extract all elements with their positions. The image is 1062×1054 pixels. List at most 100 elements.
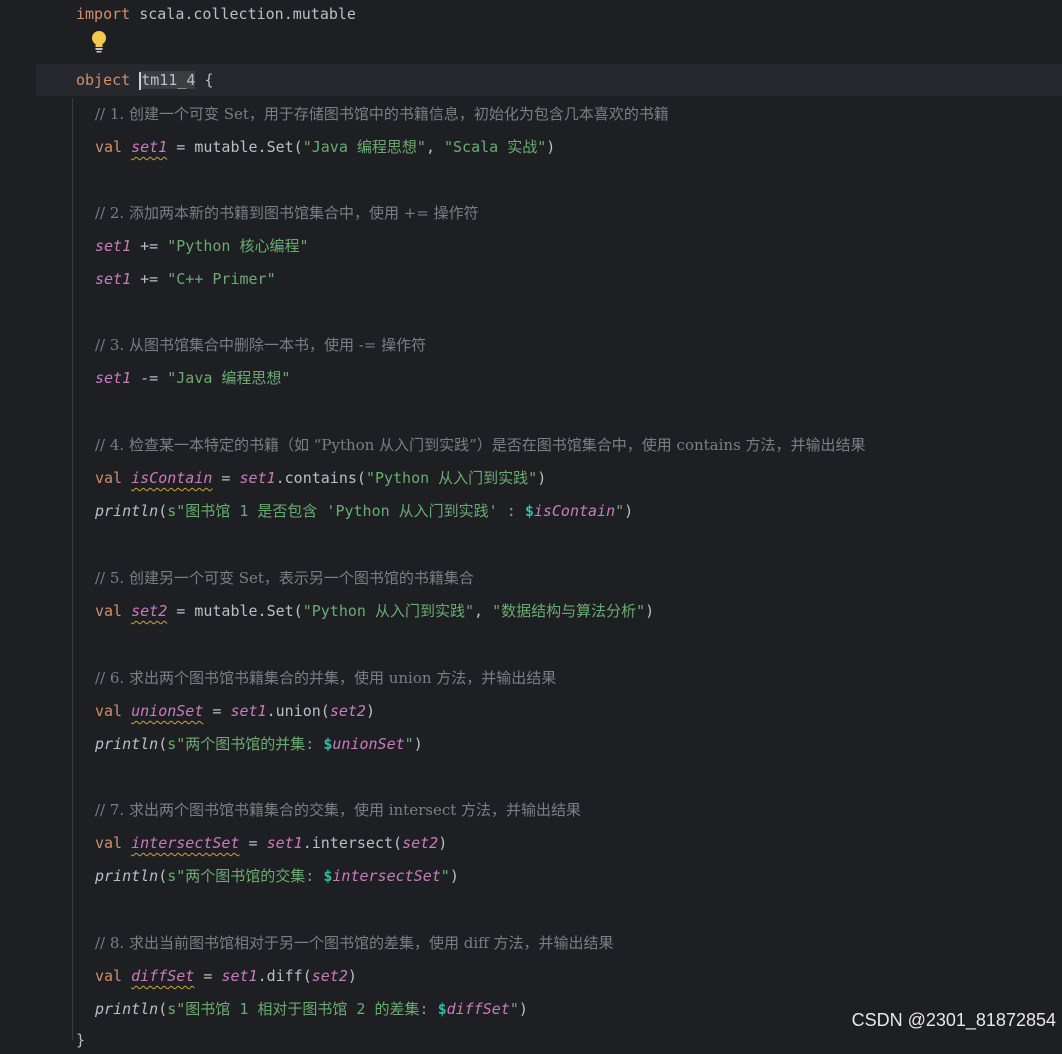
comment-line[interactable]: // 1. 创建一个可变 Set，用于存储图书馆中的书籍信息，初始化为包含几本喜… xyxy=(95,100,669,128)
import-line[interactable]: import scala.collection.mutable xyxy=(76,0,356,28)
string-literal: "数据结构与算法分析" xyxy=(492,602,646,620)
interpolated-variable: intersectSet xyxy=(332,867,441,885)
import-keyword: import xyxy=(76,5,131,23)
string-literal: " xyxy=(404,735,414,753)
string-literal: s"图书馆 1 相对于图书馆 2 的差集: xyxy=(167,1000,438,1018)
string-literal: "C++ Primer" xyxy=(167,270,276,288)
code-text: ) xyxy=(624,502,634,520)
code-text: ( xyxy=(158,502,168,520)
code-text: ( xyxy=(158,867,168,885)
code-line[interactable]: set1 += "Python 核心编程" xyxy=(95,232,309,260)
variable-reference: set2 xyxy=(311,967,348,985)
code-text: = mutable.Set( xyxy=(167,602,303,620)
string-literal: " xyxy=(509,1000,519,1018)
string-literal: s"两个图书馆的交集: xyxy=(167,867,324,885)
string-literal: "Java 编程思想" xyxy=(167,369,291,387)
interpolated-variable: unionSet xyxy=(332,735,405,753)
interpolated-variable: diffSet xyxy=(446,1000,510,1018)
interpolation-marker: $ xyxy=(437,1000,447,1018)
object-keyword: object xyxy=(76,71,131,89)
code-text: ( xyxy=(158,735,168,753)
code-line[interactable]: set1 -= "Java 编程思想" xyxy=(95,364,290,392)
string-literal: "Python 从入门到实践" xyxy=(365,469,538,487)
code-text: , xyxy=(474,602,493,620)
interpolation-marker: $ xyxy=(524,502,534,520)
code-line[interactable]: set1 += "C++ Primer" xyxy=(95,265,276,293)
function-call: println xyxy=(95,1000,159,1018)
string-literal: "Python 从入门到实践" xyxy=(302,602,474,620)
variable-reference: set1 xyxy=(95,237,132,255)
interpolated-variable: isContain xyxy=(533,502,616,520)
code-text: ) xyxy=(518,1000,528,1018)
variable-declaration: set2 xyxy=(131,602,168,620)
comment-text: // 4. 检查某一本特定的书籍（如 “Python 从入门到实践”）是否在图书… xyxy=(95,436,866,454)
variable-declaration: diffSet xyxy=(131,967,195,985)
comment-line[interactable]: // 2. 添加两本新的书籍到图书馆集合中，使用 += 操作符 xyxy=(95,199,479,227)
method-call: .intersect( xyxy=(302,834,403,852)
val-keyword: val xyxy=(95,702,123,720)
lightbulb-icon[interactable] xyxy=(88,28,110,54)
operator: = xyxy=(203,702,231,720)
string-literal: s"图书馆 1 是否包含 'Python 从入门到实践' : xyxy=(167,502,525,520)
code-line[interactable]: val set2 = mutable.Set("Python 从入门到实践", … xyxy=(95,597,654,625)
operator: += xyxy=(131,270,168,288)
code-line[interactable]: val unionSet = set1.union(set2) xyxy=(95,697,375,725)
code-line[interactable]: println(s"两个图书馆的并集: $unionSet") xyxy=(95,730,423,758)
code-line[interactable]: val set1 = mutable.Set("Java 编程思想", "Sca… xyxy=(95,133,555,161)
method-call: .union( xyxy=(266,702,330,720)
function-call: println xyxy=(95,735,159,753)
comment-line[interactable]: // 6. 求出两个图书馆书籍集合的并集，使用 union 方法，并输出结果 xyxy=(95,664,556,692)
operator: = xyxy=(212,469,240,487)
code-text: ) xyxy=(438,834,448,852)
comment-text: // 2. 添加两本新的书籍到图书馆集合中，使用 += 操作符 xyxy=(95,204,479,222)
comment-line[interactable]: // 4. 检查某一本特定的书籍（如 “Python 从入门到实践”）是否在图书… xyxy=(95,431,866,459)
val-keyword: val xyxy=(95,834,123,852)
variable-reference: set1 xyxy=(230,702,267,720)
closing-brace: } xyxy=(76,1031,86,1049)
variable-reference: set1 xyxy=(239,469,276,487)
variable-reference: set2 xyxy=(329,702,366,720)
comment-text: // 6. 求出两个图书馆书籍集合的并集，使用 union 方法，并输出结果 xyxy=(95,669,557,687)
variable-reference: set2 xyxy=(402,834,439,852)
operator: -= xyxy=(131,369,168,387)
val-keyword: val xyxy=(95,469,123,487)
val-keyword: val xyxy=(95,602,123,620)
code-line[interactable]: println(s"图书馆 1 是否包含 'Python 从入门到实践' : $… xyxy=(95,497,633,525)
object-name: tm11_4 xyxy=(141,71,196,89)
code-text: ) xyxy=(347,967,357,985)
code-text: ) xyxy=(449,867,459,885)
variable-declaration: intersectSet xyxy=(131,834,240,852)
variable-declaration: isContain xyxy=(131,469,213,487)
comment-text: // 1. 创建一个可变 Set，用于存储图书馆中的书籍信息，初始化为包含几本喜… xyxy=(95,105,669,123)
string-literal: " xyxy=(440,867,450,885)
csdn-watermark: CSDN @2301_81872854 xyxy=(851,1010,1056,1030)
comment-line[interactable]: // 8. 求出当前图书馆相对于另一个图书馆的差集，使用 diff 方法，并输出… xyxy=(95,929,614,957)
function-call: println xyxy=(95,867,159,885)
comment-line[interactable]: // 3. 从图书馆集合中删除一本书，使用 -= 操作符 xyxy=(95,331,426,359)
code-line[interactable]: println(s"图书馆 1 相对于图书馆 2 的差集: $diffSet") xyxy=(95,995,528,1023)
line-number-gutter[interactable] xyxy=(0,0,36,1040)
code-text: ) xyxy=(365,702,375,720)
operator: += xyxy=(131,237,168,255)
code-line[interactable]: println(s"两个图书馆的交集: $intersectSet") xyxy=(95,862,459,890)
string-literal: "Python 核心编程" xyxy=(167,237,309,255)
code-text: = mutable.Set( xyxy=(167,138,303,156)
string-literal: "Scala 实战" xyxy=(444,138,547,156)
comment-text: // 3. 从图书馆集合中删除一本书，使用 -= 操作符 xyxy=(95,336,427,354)
comment-text: // 7. 求出两个图书馆书籍集合的交集，使用 intersect 方法，并输出… xyxy=(95,801,582,819)
variable-declaration: set1 xyxy=(131,138,168,156)
code-text: ( xyxy=(158,1000,168,1018)
val-keyword: val xyxy=(95,138,123,156)
variable-reference: set1 xyxy=(221,967,258,985)
comment-text: // 5. 创建另一个可变 Set，表示另一个图书馆的书籍集合 xyxy=(95,569,474,587)
code-line[interactable]: val intersectSet = set1.intersect(set2) xyxy=(95,829,447,857)
variable-declaration: unionSet xyxy=(131,702,204,720)
comment-line[interactable]: // 7. 求出两个图书馆书籍集合的交集，使用 intersect 方法，并输出… xyxy=(95,796,581,824)
string-literal: "Java 编程思想" xyxy=(302,138,426,156)
code-line[interactable]: val diffSet = set1.diff(set2) xyxy=(95,962,357,990)
code-line[interactable]: val isContain = set1.contains("Python 从入… xyxy=(95,464,546,492)
code-text: ) xyxy=(645,602,655,620)
object-declaration-line[interactable]: object tm11_4 { xyxy=(76,66,213,94)
comment-line[interactable]: // 5. 创建另一个可变 Set，表示另一个图书馆的书籍集合 xyxy=(95,564,474,592)
comment-text: // 8. 求出当前图书馆相对于另一个图书馆的差集，使用 diff 方法，并输出… xyxy=(95,934,614,952)
